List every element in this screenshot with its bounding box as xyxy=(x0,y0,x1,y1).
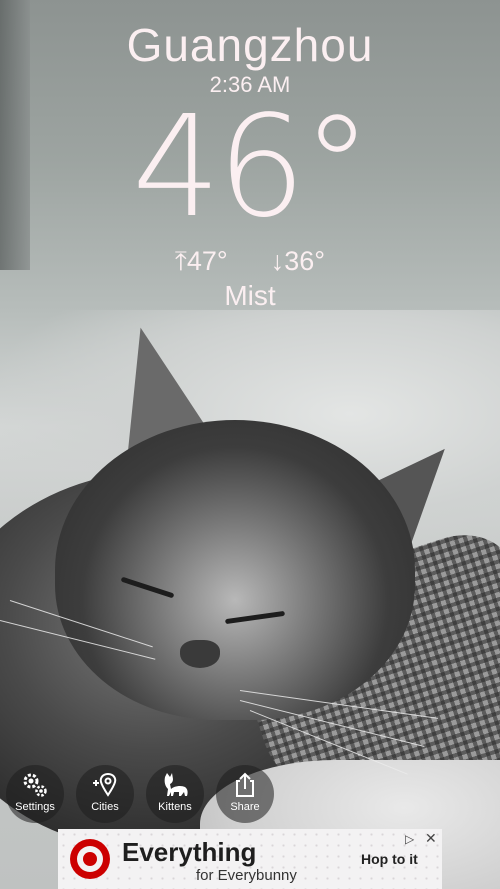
target-logo xyxy=(70,839,110,879)
ad-headline: Everything xyxy=(122,837,257,867)
close-icon[interactable]: ✕ xyxy=(425,830,437,847)
share-button[interactable]: Share xyxy=(216,765,274,823)
cat-silhouette-icon xyxy=(164,773,188,796)
ad-banner[interactable]: Everything for Everybunny Hop to it ▷ ✕ xyxy=(58,829,442,889)
settings-button[interactable]: Settings xyxy=(6,765,64,823)
weather-condition: Mist xyxy=(224,280,276,311)
ad-subline: for Everybunny xyxy=(196,867,297,884)
adchoices-icon[interactable]: ▷ xyxy=(405,832,414,846)
cities-button[interactable]: Cities xyxy=(76,765,134,823)
share-label: Share xyxy=(230,801,260,813)
arrow-down-icon: ↓ xyxy=(270,246,285,276)
location-pin-plus-icon xyxy=(93,772,117,797)
high-temp: 47° xyxy=(186,246,228,276)
arrow-up-icon: ⤒ xyxy=(174,246,187,276)
city-name: Guangzhou xyxy=(126,19,374,71)
gears-icon xyxy=(23,773,47,797)
low-temp: 36° xyxy=(284,246,326,276)
ad-cta-button[interactable]: Hop to it xyxy=(361,851,418,867)
cities-label: Cities xyxy=(91,801,119,813)
share-icon xyxy=(236,772,254,797)
high-low-temps: ⤒47° ↓36° xyxy=(0,246,500,278)
kittens-label: Kittens xyxy=(158,801,192,813)
current-temperature: 46° xyxy=(131,86,372,249)
settings-label: Settings xyxy=(15,801,55,813)
kittens-button[interactable]: Kittens xyxy=(146,765,204,823)
